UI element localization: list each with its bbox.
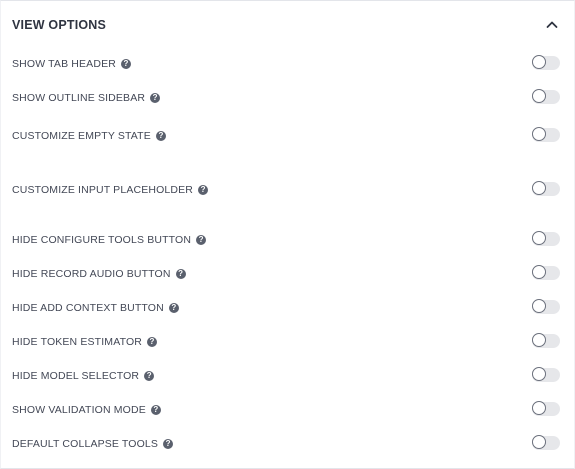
help-circle-icon[interactable] bbox=[198, 185, 209, 195]
toggle-knob bbox=[532, 231, 546, 245]
toggle-hide-add-context-button[interactable] bbox=[532, 299, 560, 314]
option-label: HIDE RECORD AUDIO BUTTON bbox=[12, 268, 171, 280]
toggle-knob bbox=[532, 181, 546, 195]
help-circle-icon[interactable] bbox=[120, 59, 131, 69]
option-label: DEFAULT COLLAPSE TOOLS bbox=[12, 438, 159, 450]
toggle-hide-model-selector[interactable] bbox=[532, 367, 560, 382]
panel-title: VIEW OPTIONS bbox=[12, 18, 107, 32]
option-label: HIDE MODEL SELECTOR bbox=[12, 370, 140, 382]
option-label: SHOW VALIDATION MODE bbox=[12, 404, 146, 416]
toggle-knob bbox=[532, 127, 546, 141]
option-row-default-collapse-tools: DEFAULT COLLAPSE TOOLS bbox=[1, 433, 574, 455]
toggle-customize-empty-state[interactable] bbox=[532, 127, 560, 142]
help-circle-icon[interactable] bbox=[163, 439, 174, 449]
help-circle-icon[interactable] bbox=[147, 337, 157, 347]
option-label: SHOW TAB HEADER bbox=[12, 58, 116, 70]
toggle-hide-configure-tools-button[interactable] bbox=[532, 231, 560, 246]
toggle-show-tab-header[interactable] bbox=[532, 55, 560, 70]
option-row-show-outline-sidebar: SHOW OUTLINE SIDEBAR bbox=[1, 87, 574, 109]
toggle-knob bbox=[532, 299, 546, 313]
toggle-knob bbox=[532, 55, 546, 69]
toggle-knob bbox=[532, 435, 546, 449]
option-label: HIDE CONFIGURE TOOLS BUTTON bbox=[12, 234, 192, 246]
option-row-hide-configure-tools-button: HIDE CONFIGURE TOOLS BUTTON bbox=[1, 229, 574, 251]
option-row-show-tab-header: SHOW TAB HEADER bbox=[1, 53, 574, 75]
help-circle-icon[interactable] bbox=[150, 93, 161, 103]
option-row-hide-add-context-button: HIDE ADD CONTEXT BUTTON bbox=[1, 297, 574, 319]
option-label: CUSTOMIZE INPUT PLACEHOLDER bbox=[12, 184, 194, 196]
toggle-show-validation-mode[interactable] bbox=[532, 401, 560, 416]
help-circle-icon[interactable] bbox=[144, 371, 155, 381]
option-row-hide-token-estimator: HIDE TOKEN ESTIMATOR bbox=[1, 331, 574, 353]
option-label: SHOW OUTLINE SIDEBAR bbox=[12, 92, 146, 104]
toggle-hide-token-estimator[interactable] bbox=[532, 333, 560, 348]
view-options-panel: VIEW OPTIONS SHOW TAB HEADER SHOW OUTLIN… bbox=[0, 0, 575, 469]
toggle-knob bbox=[532, 401, 546, 415]
panel-header[interactable]: VIEW OPTIONS bbox=[1, 1, 574, 49]
option-row-hide-record-audio-button: HIDE RECORD AUDIO BUTTON bbox=[1, 263, 574, 285]
help-circle-icon[interactable] bbox=[168, 303, 179, 313]
option-row-customize-input-placeholder: CUSTOMIZE INPUT PLACEHOLDER bbox=[1, 179, 574, 201]
help-circle-icon[interactable] bbox=[155, 131, 166, 141]
help-circle-icon[interactable] bbox=[150, 405, 161, 415]
option-row-hide-model-selector: HIDE MODEL SELECTOR bbox=[1, 365, 574, 387]
option-label: HIDE TOKEN ESTIMATOR bbox=[12, 336, 142, 348]
chevron-up-icon[interactable] bbox=[544, 17, 560, 33]
toggle-customize-input-placeholder[interactable] bbox=[532, 181, 560, 196]
toggle-knob bbox=[532, 333, 546, 347]
option-label: CUSTOMIZE EMPTY STATE bbox=[12, 130, 151, 142]
help-circle-icon[interactable] bbox=[175, 269, 186, 279]
option-row-customize-empty-state: CUSTOMIZE EMPTY STATE bbox=[1, 125, 574, 147]
toggle-knob bbox=[532, 89, 546, 103]
help-circle-icon[interactable] bbox=[196, 235, 207, 245]
toggle-default-collapse-tools[interactable] bbox=[532, 435, 560, 450]
option-label: HIDE ADD CONTEXT BUTTON bbox=[12, 302, 164, 314]
option-row-show-validation-mode: SHOW VALIDATION MODE bbox=[1, 399, 574, 421]
toggle-hide-record-audio-button[interactable] bbox=[532, 265, 560, 280]
toggle-knob bbox=[532, 367, 546, 381]
toggle-show-outline-sidebar[interactable] bbox=[532, 89, 560, 104]
toggle-knob bbox=[532, 265, 546, 279]
